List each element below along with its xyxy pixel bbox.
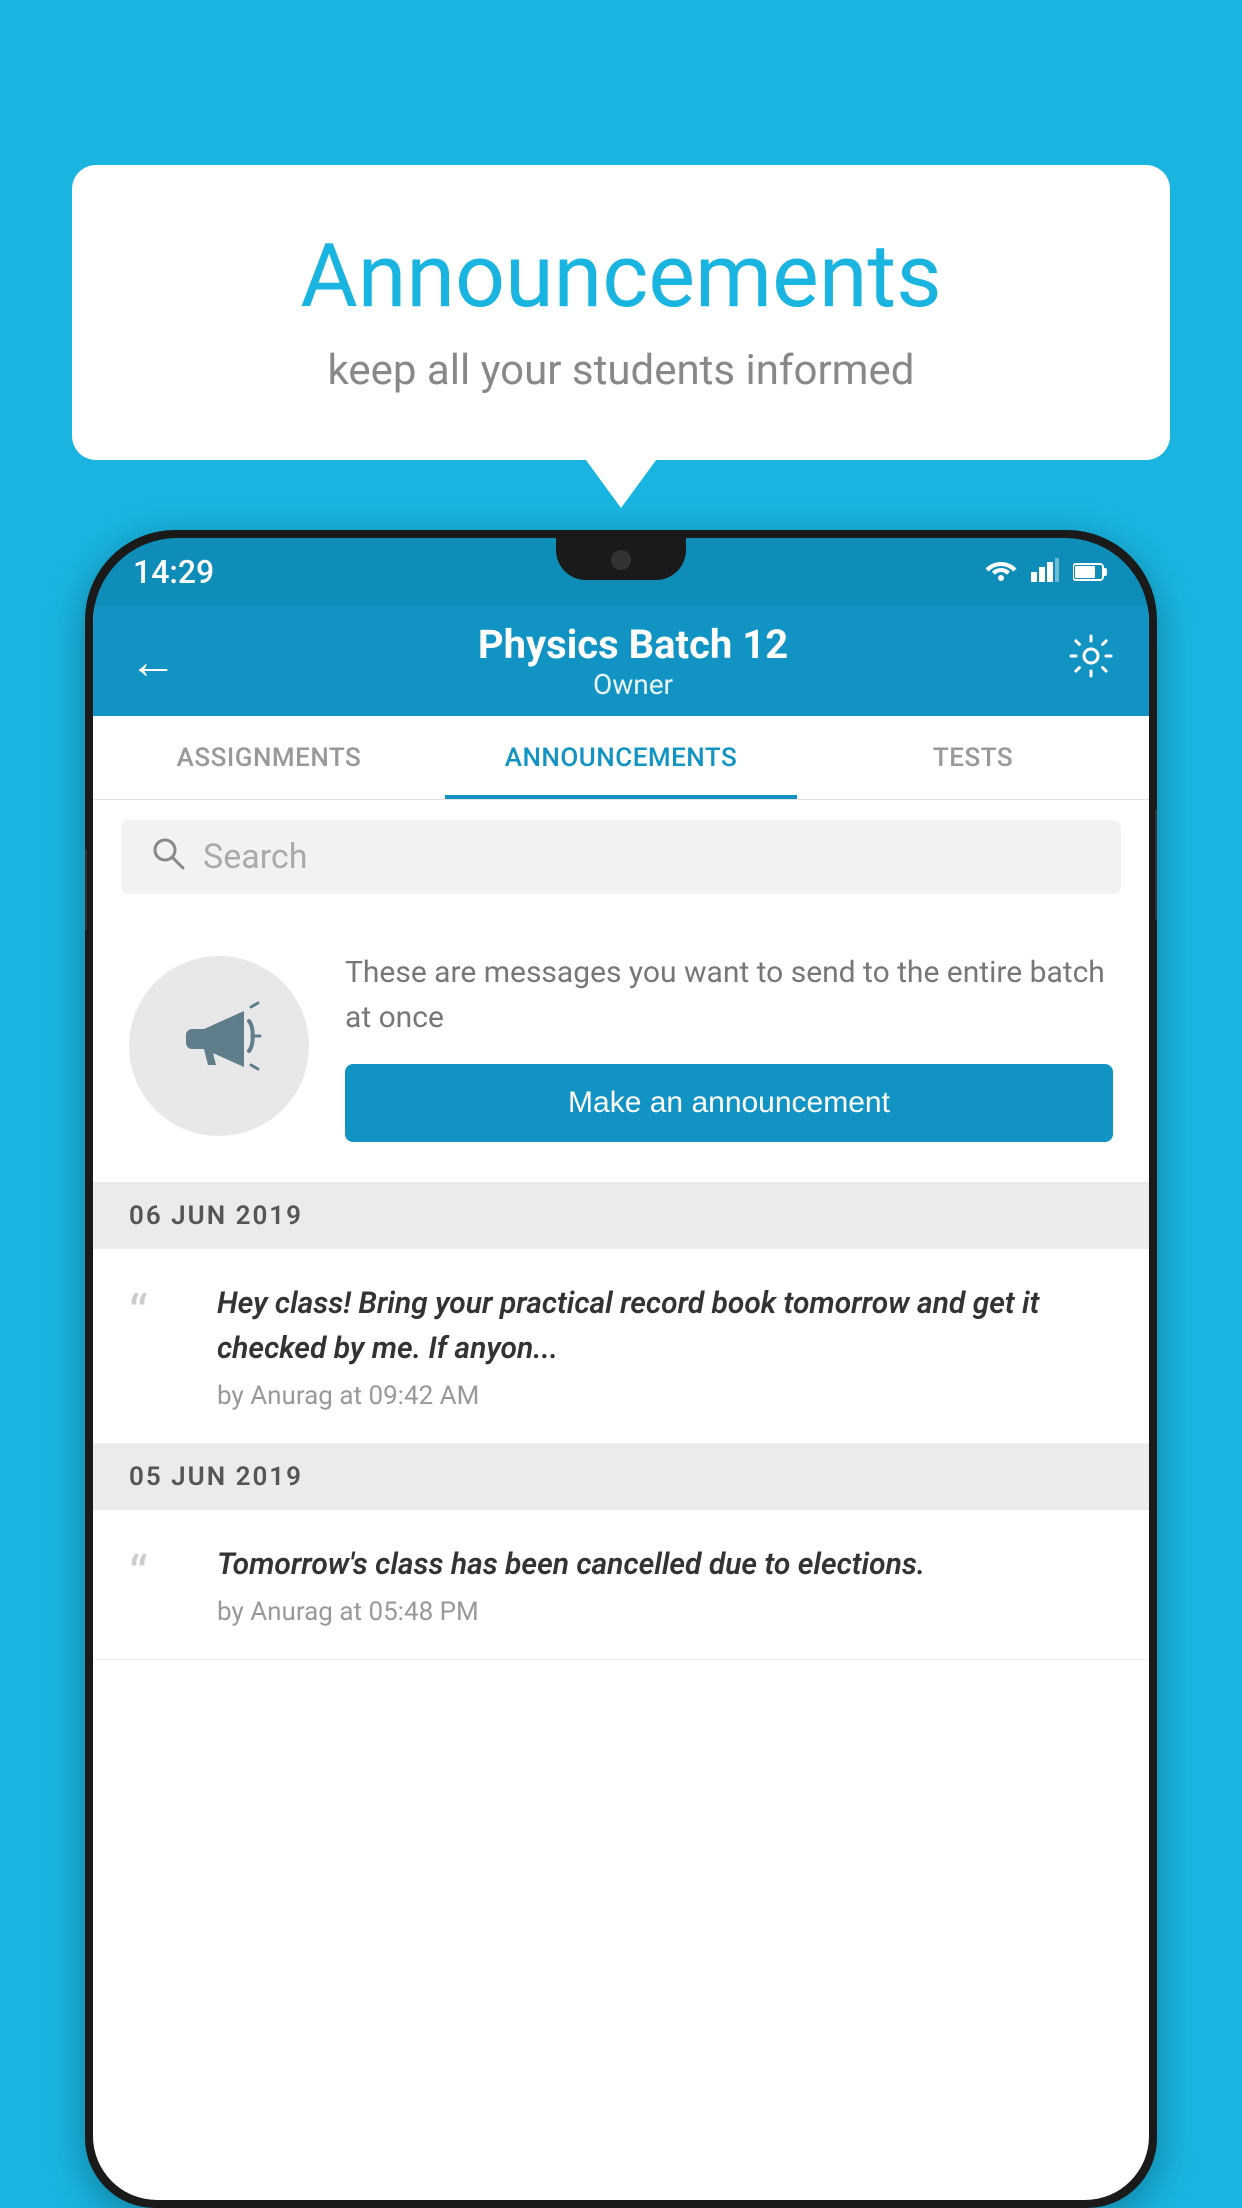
tab-announcements[interactable]: ANNOUNCEMENTS <box>445 716 797 799</box>
make-announcement-button[interactable]: Make an announcement <box>345 1064 1113 1142</box>
announcement-content-1: Hey class! Bring your practical record b… <box>217 1281 1113 1411</box>
announcement-content-2: Tomorrow's class has been cancelled due … <box>217 1542 1113 1627</box>
announcement-prompt: These are messages you want to send to t… <box>93 914 1149 1183</box>
tab-tests[interactable]: TESTS <box>797 716 1149 799</box>
tabs-bar: ASSIGNMENTS ANNOUNCEMENTS TESTS <box>93 716 1149 800</box>
search-bar[interactable]: Search <box>121 820 1121 894</box>
side-button-left <box>85 850 87 930</box>
announcement-meta-1: by Anurag at 09:42 AM <box>217 1381 1113 1411</box>
announcement-item-2[interactable]: “ Tomorrow's class has been cancelled du… <box>93 1510 1149 1660</box>
announcement-text-1: Hey class! Bring your practical record b… <box>217 1281 1113 1371</box>
search-icon <box>151 836 185 879</box>
announcement-text-2: Tomorrow's class has been cancelled due … <box>217 1542 1113 1587</box>
speech-bubble-title: Announcements <box>152 225 1090 328</box>
wifi-icon <box>985 556 1017 589</box>
announcement-description: These are messages you want to send to t… <box>345 950 1113 1040</box>
speech-bubble-subtitle: keep all your students informed <box>152 346 1090 395</box>
top-bar: ← Physics Batch 12 Owner <box>93 606 1149 716</box>
speech-bubble-container: Announcements keep all your students inf… <box>72 165 1170 460</box>
back-button[interactable]: ← <box>129 633 177 690</box>
notch <box>556 538 686 580</box>
megaphone-circle <box>129 956 309 1136</box>
batch-title: Physics Batch 12 <box>197 621 1069 668</box>
phone-frame: 14:29 <box>85 530 1157 2208</box>
megaphone-icon <box>174 991 264 1101</box>
quote-icon-1: “ <box>129 1289 189 1341</box>
tab-assignments[interactable]: ASSIGNMENTS <box>93 716 445 799</box>
announcement-meta-2: by Anurag at 05:48 PM <box>217 1597 1113 1627</box>
phone-inner: 14:29 <box>93 538 1149 2200</box>
batch-subtitle: Owner <box>197 668 1069 701</box>
search-placeholder: Search <box>203 837 307 877</box>
speech-bubble: Announcements keep all your students inf… <box>72 165 1170 460</box>
title-group: Physics Batch 12 Owner <box>197 621 1069 701</box>
status-bar: 14:29 <box>93 538 1149 606</box>
date-header-june5: 05 JUN 2019 <box>93 1444 1149 1510</box>
settings-button[interactable] <box>1069 633 1113 690</box>
signal-icon <box>1031 556 1059 589</box>
camera <box>611 550 631 570</box>
app-content: ← Physics Batch 12 Owner ASSIGNMENTS <box>93 606 1149 2200</box>
search-container: Search <box>93 800 1149 914</box>
side-button-right <box>1155 810 1157 920</box>
battery-icon <box>1073 556 1109 589</box>
announcement-right: These are messages you want to send to t… <box>345 950 1113 1142</box>
status-icons <box>985 556 1109 589</box>
status-time: 14:29 <box>133 553 214 591</box>
quote-icon-2: “ <box>129 1550 189 1602</box>
announcement-item-1[interactable]: “ Hey class! Bring your practical record… <box>93 1249 1149 1444</box>
date-header-june6: 06 JUN 2019 <box>93 1183 1149 1249</box>
